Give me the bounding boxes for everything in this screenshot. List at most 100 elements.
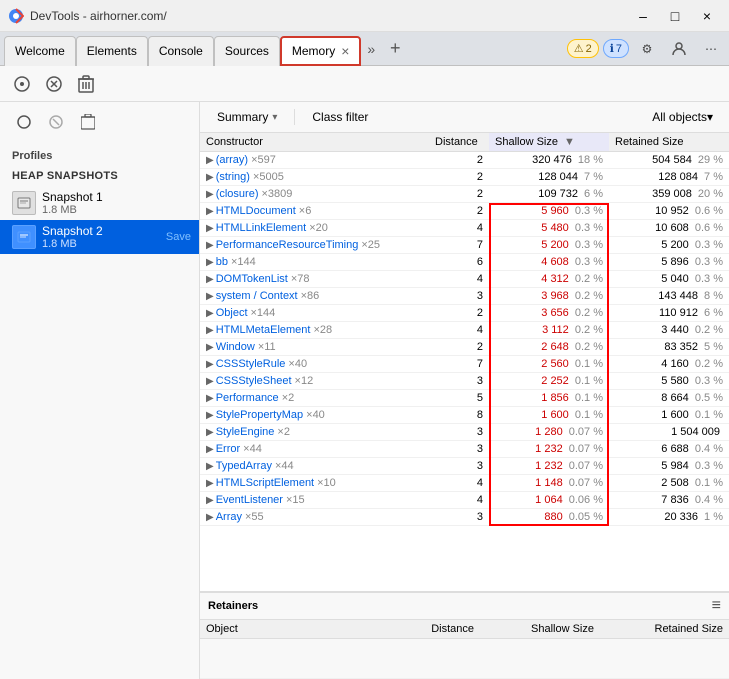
snapshot-1-item[interactable]: Snapshot 1 1.8 MB [0,186,199,220]
tab-console[interactable]: Console [148,36,214,66]
table-row[interactable]: ▶Error×4431 232 0.07 %6 688 0.4 % [200,441,729,458]
table-row[interactable]: ▶DOMTokenList×7844 312 0.2 %5 040 0.3 % [200,271,729,288]
table-row[interactable]: ▶HTMLDocument×625 960 0.3 %10 952 0.6 % [200,203,729,220]
expand-arrow-icon[interactable]: ▶ [206,223,214,234]
instance-count: ×44 [275,460,294,472]
table-row[interactable]: ▶Array×553880 0.05 %20 336 1 % [200,509,729,526]
instance-count: ×44 [243,443,262,455]
expand-arrow-icon[interactable]: ▶ [206,172,214,183]
table-row[interactable]: ▶Object×14423 656 0.2 %110 912 6 % [200,305,729,322]
retained-size-cell: 1 600 0.1 % [609,407,729,424]
expand-arrow-icon[interactable]: ▶ [206,274,214,285]
retainers-section: Retainers ≡ Object Distance [200,591,729,679]
tab-memory[interactable]: Memory × [280,36,362,66]
close-button[interactable]: × [693,6,721,26]
expand-arrow-icon[interactable]: ▶ [206,359,214,370]
retainers-menu-icon[interactable]: ≡ [712,597,721,615]
table-row[interactable]: ▶HTMLScriptElement×1041 148 0.07 %2 508 … [200,475,729,492]
summary-dropdown[interactable]: Summary ▾ [208,106,286,128]
expand-arrow-icon[interactable]: ▶ [206,155,214,166]
table-row[interactable]: ▶(closure)×38092109 732 6 %359 008 20 % [200,186,729,203]
class-filter-dropdown[interactable]: Class filter [303,106,377,128]
retained-size-cell: 8 664 0.5 % [609,390,729,407]
retained-size-cell: 83 352 5 % [609,339,729,356]
maximize-button[interactable]: □ [661,6,689,26]
table-row[interactable]: ▶HTMLMetaElement×2843 112 0.2 %3 440 0.2… [200,322,729,339]
table-row[interactable]: ▶CSSStyleRule×4072 560 0.1 %4 160 0.2 % [200,356,729,373]
more-tabs-icon[interactable]: » [361,37,381,61]
expand-arrow-icon[interactable]: ▶ [206,206,214,217]
ret-col-object[interactable]: Object [200,620,420,639]
shallow-size-cell: 5 480 0.3 % [489,220,609,237]
expand-arrow-icon[interactable]: ▶ [206,291,214,302]
expand-arrow-icon[interactable]: ▶ [206,240,214,251]
table-wrapper[interactable]: Constructor Distance Shallow Size ▼ Reta… [200,133,729,591]
expand-arrow-icon[interactable]: ▶ [206,495,214,506]
expand-arrow-icon[interactable]: ▶ [206,512,214,523]
tab-sources[interactable]: Sources [214,36,280,66]
table-row[interactable]: ▶CSSStyleSheet×1232 252 0.1 %5 580 0.3 % [200,373,729,390]
expand-arrow-icon[interactable]: ▶ [206,342,214,353]
table-row[interactable]: ▶(string)×50052128 044 7 %128 084 7 % [200,169,729,186]
expand-arrow-icon[interactable]: ▶ [206,257,214,268]
table-row[interactable]: ▶StyleEngine×231 280 0.07 %1 504 009 [200,424,729,441]
all-objects-dropdown[interactable]: All objects ▾ [644,107,721,127]
tab-welcome[interactable]: Welcome [4,36,76,66]
save-link[interactable]: Save [166,231,191,243]
settings-icon[interactable]: ⚙ [633,35,661,63]
expand-arrow-icon[interactable]: ▶ [206,410,214,421]
record-icon[interactable] [12,110,36,134]
expand-arrow-icon[interactable]: ▶ [206,444,214,455]
table-row[interactable]: ▶HTMLLinkElement×2045 480 0.3 %10 608 0.… [200,220,729,237]
table-row[interactable]: ▶Window×1122 648 0.2 %83 352 5 % [200,339,729,356]
table-row[interactable]: ▶bb×14464 608 0.3 %5 896 0.3 % [200,254,729,271]
minimize-button[interactable]: – [629,6,657,26]
retainers-table-header: Object Distance Shallow Size Retained Si… [200,620,729,639]
constructor-name: (string) [216,171,250,183]
stop-record-icon[interactable] [44,110,68,134]
table-row[interactable]: ▶system / Context×8633 968 0.2 %143 448 … [200,288,729,305]
delete-icon[interactable] [76,110,100,134]
table-row[interactable]: ▶StylePropertyMap×4081 600 0.1 %1 600 0.… [200,407,729,424]
all-objects-arrow-icon: ▾ [707,110,713,124]
col-header-shallow[interactable]: Shallow Size ▼ [489,133,609,152]
stop-icon[interactable] [40,70,68,98]
ret-col-distance[interactable]: Distance [420,620,480,639]
table-row[interactable]: ▶(array)×5972320 476 18 %504 584 29 % [200,152,729,169]
info-badge[interactable]: ℹ 7 [603,39,629,58]
expand-arrow-icon[interactable]: ▶ [206,393,214,404]
expand-arrow-icon[interactable]: ▶ [206,189,214,200]
col-header-constructor[interactable]: Constructor [200,133,429,152]
constructor-name: EventListener [216,494,283,506]
retained-size-cell: 143 448 8 % [609,288,729,305]
devtools-main: Profiles HEAP SNAPSHOTS Snapshot 1 1.8 M… [0,102,729,679]
more-options-icon[interactable]: ⋯ [697,35,725,63]
window-controls: – □ × [629,6,721,26]
col-header-retained[interactable]: Retained Size [609,133,729,152]
tab-elements[interactable]: Elements [76,36,148,66]
distance-cell: 2 [429,169,489,186]
snapshot-2-item[interactable]: Snapshot 2 1.8 MB Save [0,220,199,254]
expand-arrow-icon[interactable]: ▶ [206,325,214,336]
ret-col-shallow[interactable]: Shallow Size [480,620,600,639]
expand-arrow-icon[interactable]: ▶ [206,461,214,472]
inspect-element-icon[interactable] [8,70,36,98]
constructor-name: Window [216,341,255,353]
new-tab-button[interactable]: + [381,35,409,63]
instance-count: ×78 [291,273,310,285]
instance-count: ×55 [245,511,264,523]
profile-icon[interactable] [665,35,693,63]
table-row[interactable]: ▶EventListener×1541 064 0.06 %7 836 0.4 … [200,492,729,509]
warning-badge[interactable]: ⚠ 2 [567,39,599,58]
expand-arrow-icon[interactable]: ▶ [206,427,214,438]
table-row[interactable]: ▶TypedArray×4431 232 0.07 %5 984 0.3 % [200,458,729,475]
close-tab-icon[interactable]: × [341,43,349,59]
expand-arrow-icon[interactable]: ▶ [206,478,214,489]
expand-arrow-icon[interactable]: ▶ [206,376,214,387]
trash-icon[interactable] [72,70,100,98]
table-row[interactable]: ▶PerformanceResourceTiming×2575 200 0.3 … [200,237,729,254]
expand-arrow-icon[interactable]: ▶ [206,308,214,319]
table-row[interactable]: ▶Performance×251 856 0.1 %8 664 0.5 % [200,390,729,407]
col-header-distance[interactable]: Distance [429,133,489,152]
ret-col-retained[interactable]: Retained Size [600,620,729,639]
